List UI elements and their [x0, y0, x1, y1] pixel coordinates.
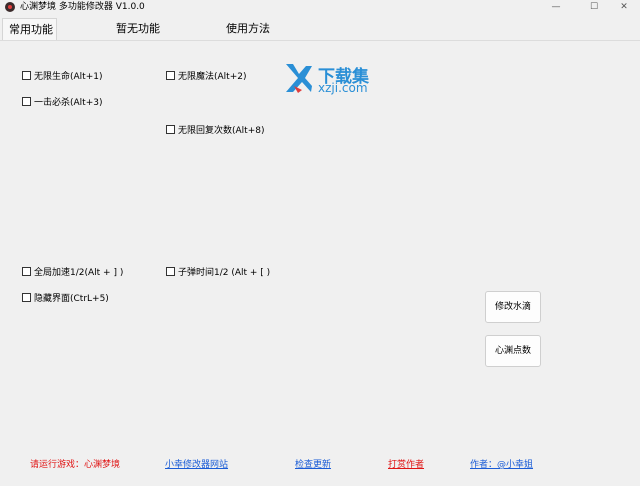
- checkbox-icon[interactable]: [22, 293, 31, 302]
- option-infinite-magic[interactable]: 无限魔法(Alt+2): [166, 69, 246, 82]
- option-label: 无限回复次数(Alt+8): [178, 126, 265, 136]
- tab-bar: 常用功能 暂无功能 使用方法: [0, 18, 640, 40]
- checkbox-icon[interactable]: [166, 267, 175, 276]
- abyss-points-button[interactable]: 心渊点数: [485, 335, 541, 367]
- tab-common[interactable]: 常用功能: [2, 18, 57, 40]
- option-label: 一击必杀(Alt+3): [34, 98, 103, 108]
- minimize-button[interactable]: —: [540, 0, 572, 14]
- donate-link[interactable]: 打赏作者: [388, 457, 424, 470]
- option-hide-ui[interactable]: 隐藏界面(CtrL+5): [22, 291, 109, 304]
- window-title: 心渊梦境 多功能修改器 V1.0.0: [20, 2, 145, 12]
- checkbox-icon[interactable]: [166, 71, 175, 80]
- tab-divider: [0, 40, 640, 41]
- checkbox-icon[interactable]: [166, 125, 175, 134]
- option-infinite-restore[interactable]: 无限回复次数(Alt+8): [166, 123, 264, 136]
- option-label: 无限魔法(Alt+2): [178, 72, 247, 82]
- app-icon: [5, 2, 15, 12]
- option-global-speed[interactable]: 全局加速1/2(Alt + ] ): [22, 265, 123, 278]
- option-infinite-life[interactable]: 无限生命(Alt+1): [22, 69, 102, 82]
- option-label: 无限生命(Alt+1): [34, 72, 103, 82]
- tab-none[interactable]: 暂无功能: [110, 18, 170, 40]
- maximize-button[interactable]: ☐: [578, 0, 610, 14]
- check-update-link[interactable]: 检查更新: [295, 457, 331, 470]
- option-label: 子弹时间1/2 (Alt + [ ): [178, 268, 271, 278]
- title-bar: 心渊梦境 多功能修改器 V1.0.0 — ☐ ✕: [0, 0, 640, 14]
- checkbox-icon[interactable]: [22, 267, 31, 276]
- watermark-logo-icon: [286, 64, 312, 93]
- watermark: 下载集 xzji.com: [284, 62, 376, 96]
- run-game-status: 请运行游戏：心渊梦境: [30, 460, 121, 470]
- watermark-domain: xzji.com: [318, 81, 368, 95]
- option-label: 全局加速1/2(Alt + ] ): [34, 268, 124, 278]
- checkbox-icon[interactable]: [22, 97, 31, 106]
- author-link[interactable]: 作者：@小幸姐: [470, 457, 533, 470]
- close-button[interactable]: ✕: [608, 0, 640, 14]
- option-bullet-time[interactable]: 子弹时间1/2 (Alt + [ ): [166, 265, 270, 278]
- option-label: 隐藏界面(CtrL+5): [34, 294, 109, 304]
- tab-usage[interactable]: 使用方法: [220, 18, 280, 40]
- option-one-hit-kill[interactable]: 一击必杀(Alt+3): [22, 95, 102, 108]
- modify-water-button[interactable]: 修改水滴: [485, 291, 541, 323]
- site-link[interactable]: 小幸修改器网站: [165, 457, 228, 470]
- checkbox-icon[interactable]: [22, 71, 31, 80]
